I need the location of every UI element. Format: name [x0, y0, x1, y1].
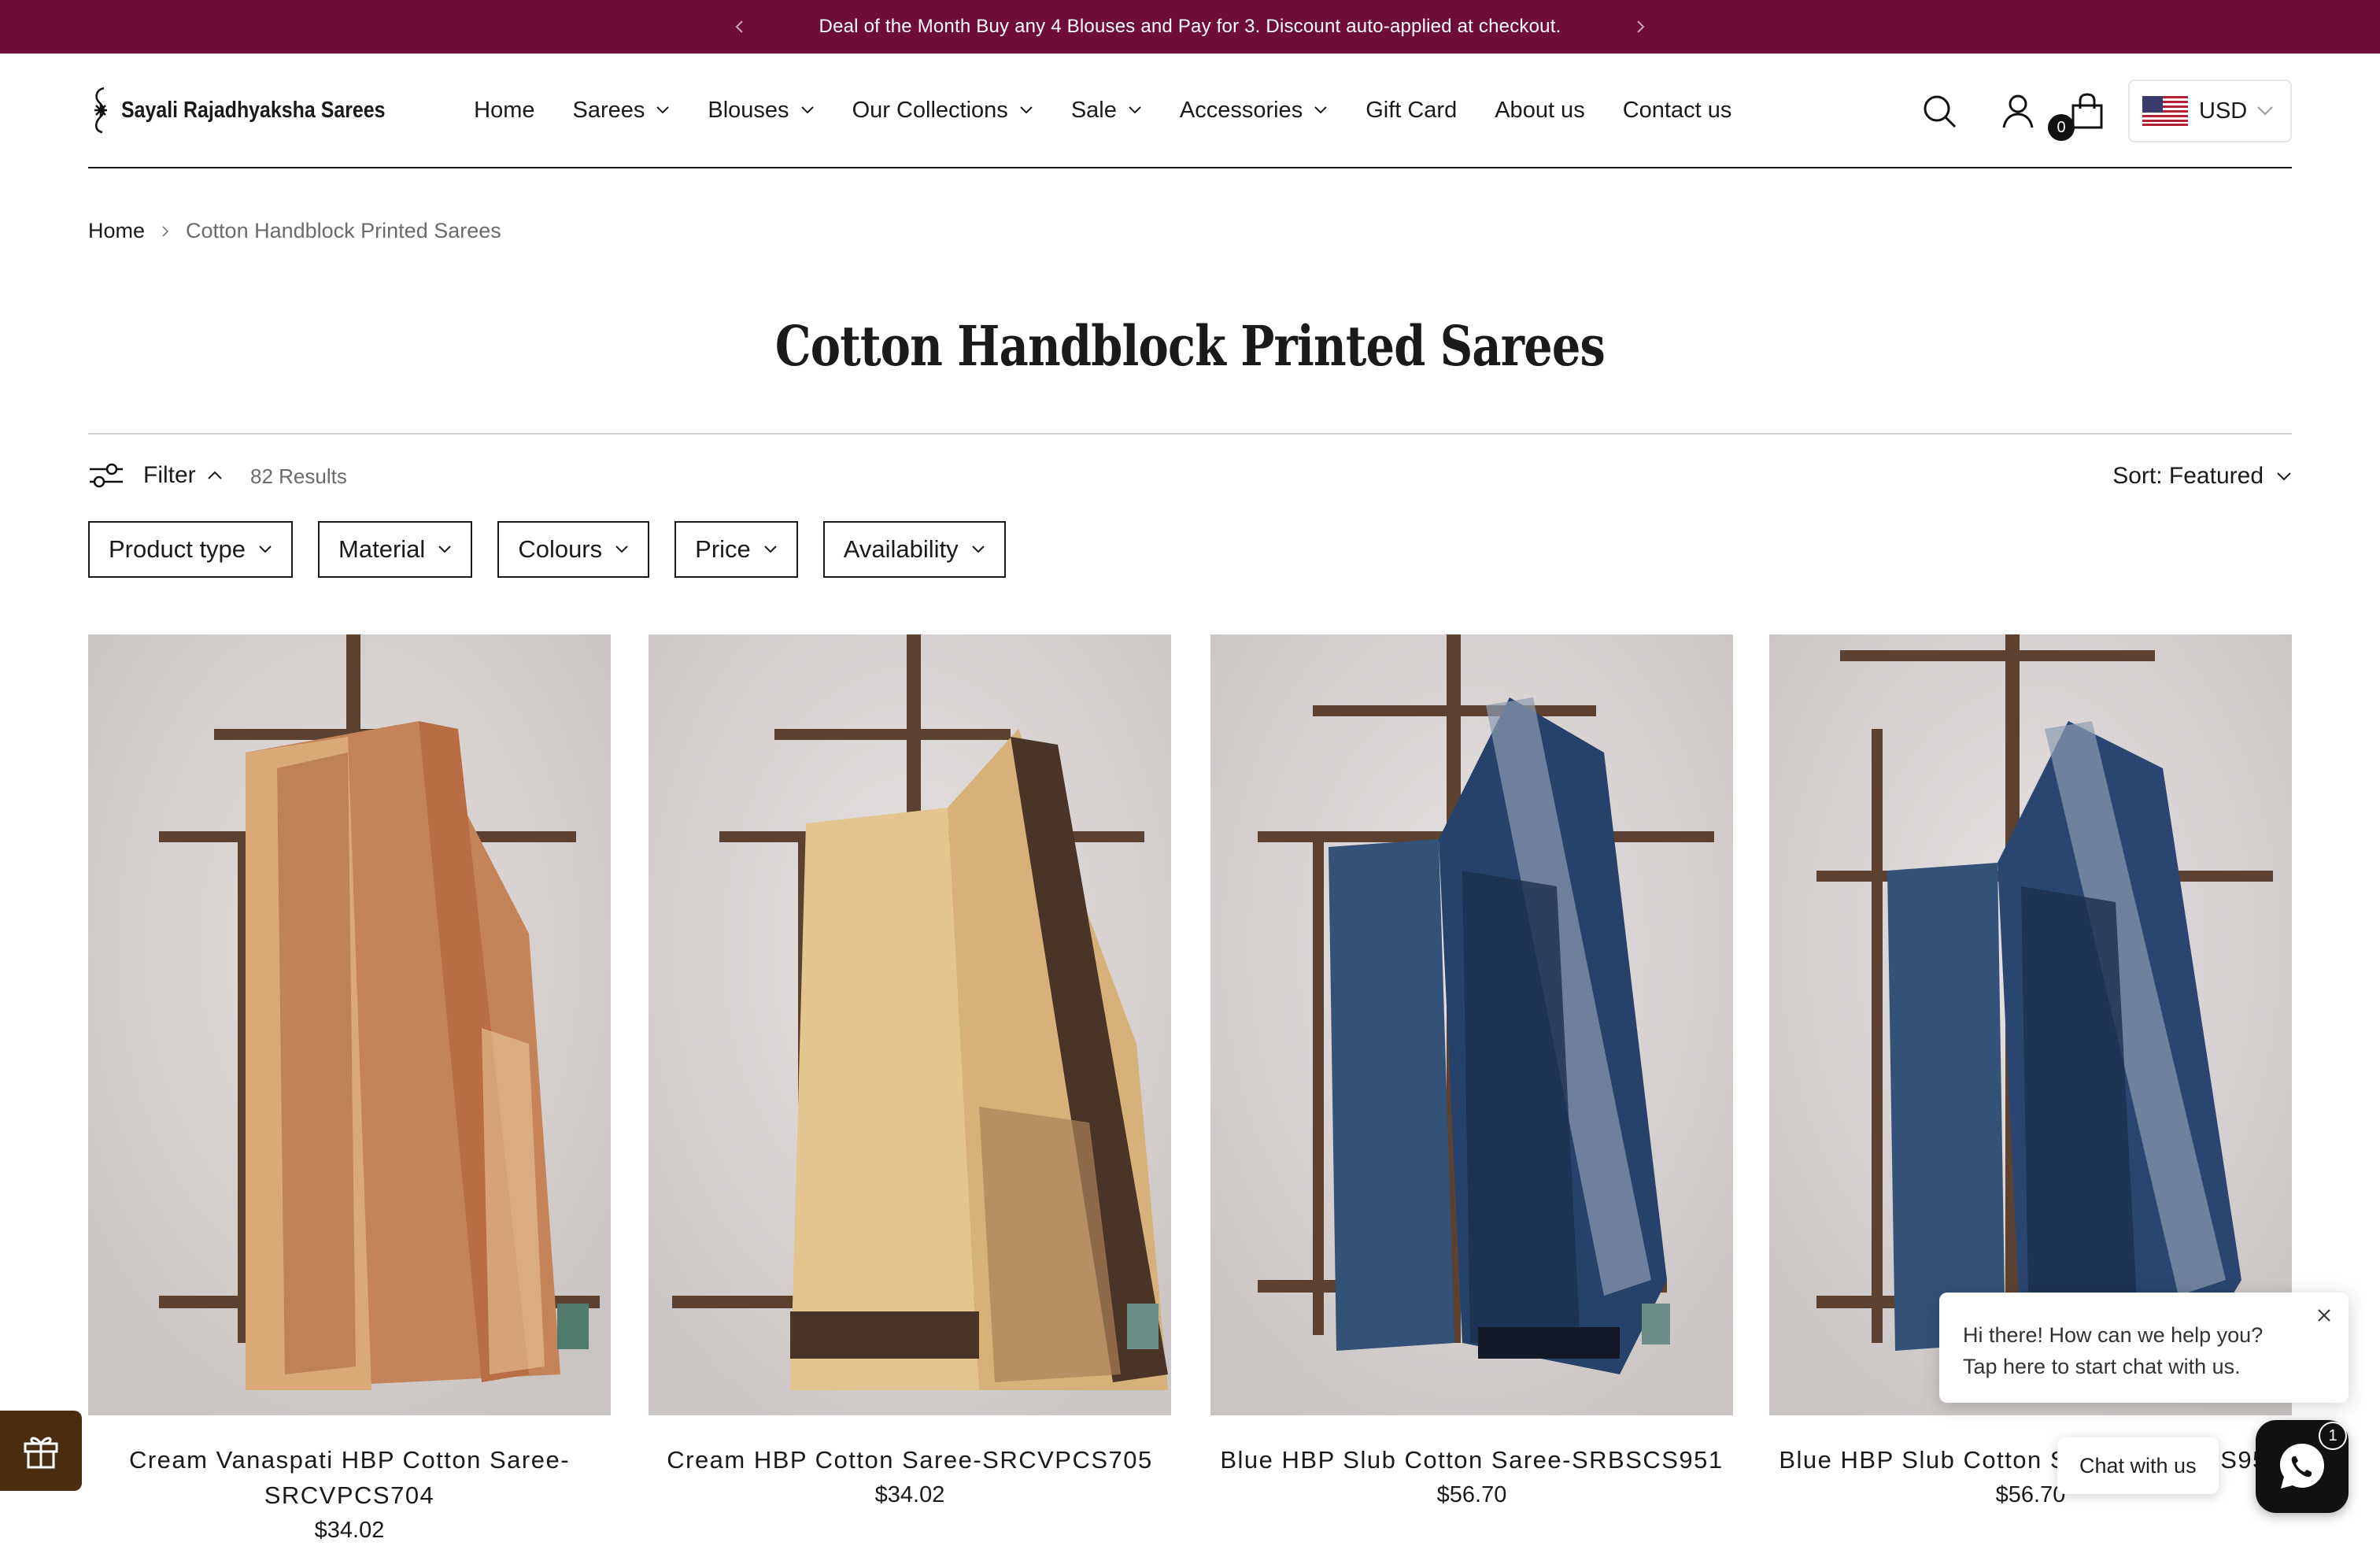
nav-item-our-collections[interactable]: Our Collections: [852, 98, 1033, 124]
announcement-text: Deal of the Month Buy any 4 Blouses and …: [819, 16, 1561, 37]
nav-item-label: Home: [474, 97, 535, 123]
filter-button-label: Price: [695, 535, 751, 563]
breadcrumb-home-link[interactable]: Home: [88, 219, 145, 243]
chat-close-button[interactable]: [2312, 1304, 2336, 1327]
chevron-down-icon: [1129, 106, 1141, 114]
breadcrumb-current: Cotton Handblock Printed Sarees: [186, 219, 501, 242]
chevron-down-icon: [971, 546, 985, 553]
chat-with-us-button[interactable]: Chat with us: [2057, 1437, 2219, 1494]
filter-label: Filter: [143, 462, 196, 488]
currency-label: USD: [2199, 98, 2248, 124]
header-actions: USD: [1920, 80, 2292, 142]
currency-selector[interactable]: USD: [2128, 80, 2292, 142]
nav-item-sarees[interactable]: Sarees: [573, 98, 671, 124]
chevron-down-icon: [615, 546, 628, 553]
whatsapp-icon: [2280, 1444, 2324, 1489]
account-button[interactable]: [1999, 92, 2037, 130]
shopping-bag-icon: [2071, 93, 2103, 129]
user-icon: [2002, 94, 2034, 128]
brand-name: Sayali Rajadhyaksha Sarees: [121, 97, 386, 123]
chevron-down-icon: [259, 546, 272, 553]
chevron-down-icon: [1314, 106, 1327, 114]
saree-image-rust: [88, 634, 611, 1415]
brand-logo[interactable]: Sayali Rajadhyaksha Sarees: [88, 82, 428, 139]
breadcrumb: Home Cotton Handblock Printed Sarees: [88, 219, 501, 243]
gift-reward-tab[interactable]: [0, 1411, 82, 1491]
chat-greeting-popup[interactable]: Hi there! How can we help you? Tap here …: [1939, 1293, 2349, 1403]
product-price: $34.02: [874, 1482, 945, 1507]
filter-toggle-button[interactable]: Filter: [88, 460, 223, 491]
filter-button-label: Material: [338, 535, 426, 563]
filter-button-label: Colours: [518, 535, 603, 563]
us-flag-icon: [2142, 96, 2188, 126]
product-card: Cream Vanaspati HBP Cotton Saree-SRCVPCS…: [88, 634, 611, 1546]
chevron-down-icon: [2257, 106, 2273, 116]
filter-colours-button[interactable]: Colours: [497, 521, 650, 578]
nav-item-label: Our Collections: [852, 97, 1008, 123]
chevron-down-icon: [2277, 472, 2291, 481]
title-divider: [88, 433, 2292, 435]
nav-item-label: Sarees: [572, 97, 645, 123]
nav-item-label: Contact us: [1622, 97, 1732, 123]
search-icon: [1924, 95, 1957, 128]
main-nav: Home Sarees Blouses Our Collections Sale…: [474, 98, 1769, 124]
sliders-icon: [90, 463, 123, 488]
chevron-down-icon: [764, 546, 777, 553]
chevron-right-icon: [162, 225, 169, 237]
nav-item-label: Sale: [1070, 97, 1117, 123]
filter-price-button[interactable]: Price: [674, 521, 798, 578]
product-title[interactable]: Blue HBP Slub Cotton Saree-SRBSCS951: [1210, 1442, 1733, 1478]
saree-image-cream: [649, 634, 1171, 1415]
nav-item-gift-card[interactable]: Gift Card: [1366, 98, 1457, 124]
nav-item-sale[interactable]: Sale: [1071, 98, 1142, 124]
product-card: Blue HBP Slub Cotton Saree-SRBSCS951 $56…: [1210, 634, 1733, 1512]
product-card: Cream HBP Cotton Saree-SRCVPCS705 $34.02: [649, 634, 1171, 1512]
chevron-down-icon: [438, 546, 452, 553]
search-button[interactable]: [1920, 92, 1958, 130]
nav-item-label: About us: [1495, 97, 1585, 123]
chat-greeting-text: Hi there! How can we help you? Tap here …: [1963, 1323, 2264, 1378]
product-image[interactable]: [649, 634, 1171, 1415]
announcement-prev-icon[interactable]: [724, 11, 756, 43]
product-title[interactable]: Cream Vanaspati HBP Cotton Saree-SRCVPCS…: [88, 1442, 611, 1513]
filter-button-label: Product type: [109, 535, 246, 563]
filter-button-label: Availability: [843, 535, 959, 563]
nav-item-label: Blouses: [708, 97, 789, 123]
product-title[interactable]: Cream HBP Cotton Saree-SRCVPCS705: [649, 1442, 1171, 1478]
chevron-up-icon: [207, 471, 222, 479]
close-icon: [2318, 1309, 2330, 1322]
announcement-bar: Deal of the Month Buy any 4 Blouses and …: [0, 0, 2380, 54]
chat-unread-badge: 1: [2319, 1422, 2347, 1450]
results-count: 82 Results: [250, 464, 347, 488]
saree-image-indigo: [1210, 634, 1733, 1415]
product-price: $34.02: [314, 1518, 385, 1543]
page-title: Cotton Handblock Printed Sarees: [774, 313, 1606, 379]
filter-buttons: Product type Material Colours Price Avai…: [88, 521, 1031, 578]
product-price: $56.70: [1436, 1482, 1507, 1507]
chevron-down-icon: [656, 106, 670, 114]
cart-count-badge: 0: [2048, 114, 2075, 141]
product-image[interactable]: [1210, 634, 1733, 1415]
nav-item-label: Accessories: [1179, 97, 1303, 123]
nav-item-about-us[interactable]: About us: [1495, 98, 1584, 124]
chevron-down-icon: [1020, 106, 1033, 114]
filter-availability-button[interactable]: Availability: [822, 521, 1006, 578]
logo-mark-icon: [94, 87, 107, 134]
gift-icon: [24, 1437, 58, 1469]
nav-item-home[interactable]: Home: [474, 98, 534, 124]
site-header: Sayali Rajadhyaksha Sarees Home Sarees B…: [88, 54, 2292, 168]
filter-material-button[interactable]: Material: [318, 521, 473, 578]
nav-item-blouses[interactable]: Blouses: [708, 98, 814, 124]
sort-label: Sort: Featured: [2112, 463, 2264, 489]
nav-item-label: Gift Card: [1366, 97, 1458, 123]
product-image[interactable]: [88, 634, 611, 1415]
announcement-next-icon[interactable]: [1624, 11, 1656, 43]
chevron-down-icon: [800, 106, 814, 114]
nav-item-accessories[interactable]: Accessories: [1180, 98, 1328, 124]
sort-dropdown[interactable]: Sort: Featured: [2112, 463, 2292, 490]
nav-item-contact-us[interactable]: Contact us: [1623, 98, 1732, 124]
filter-product-type-button[interactable]: Product type: [88, 521, 294, 578]
